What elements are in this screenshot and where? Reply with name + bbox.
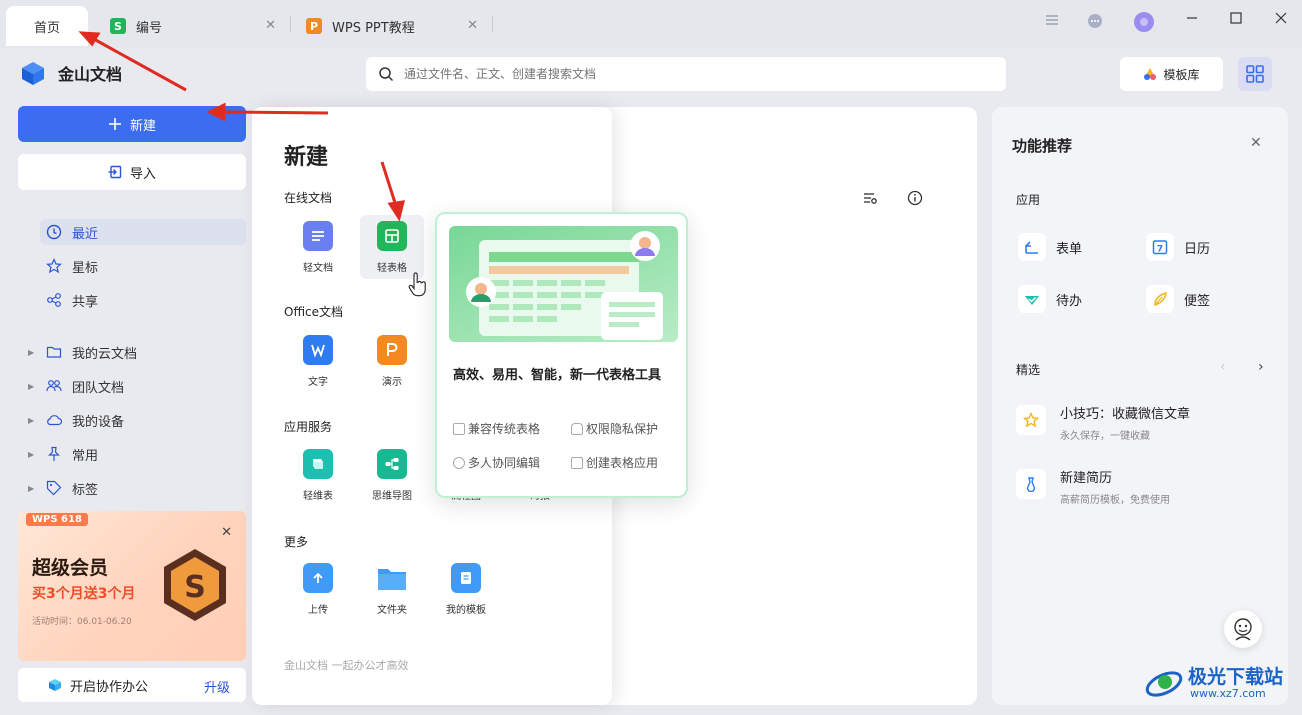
watermark-text: 极光下载站	[1188, 666, 1284, 688]
site-logo-icon	[1145, 671, 1183, 697]
watermark-url: www.xz7.com	[1190, 687, 1266, 700]
annotation-arrows	[78, 31, 406, 222]
watermark: 极光下载站 www.xz7.com	[1144, 660, 1296, 706]
